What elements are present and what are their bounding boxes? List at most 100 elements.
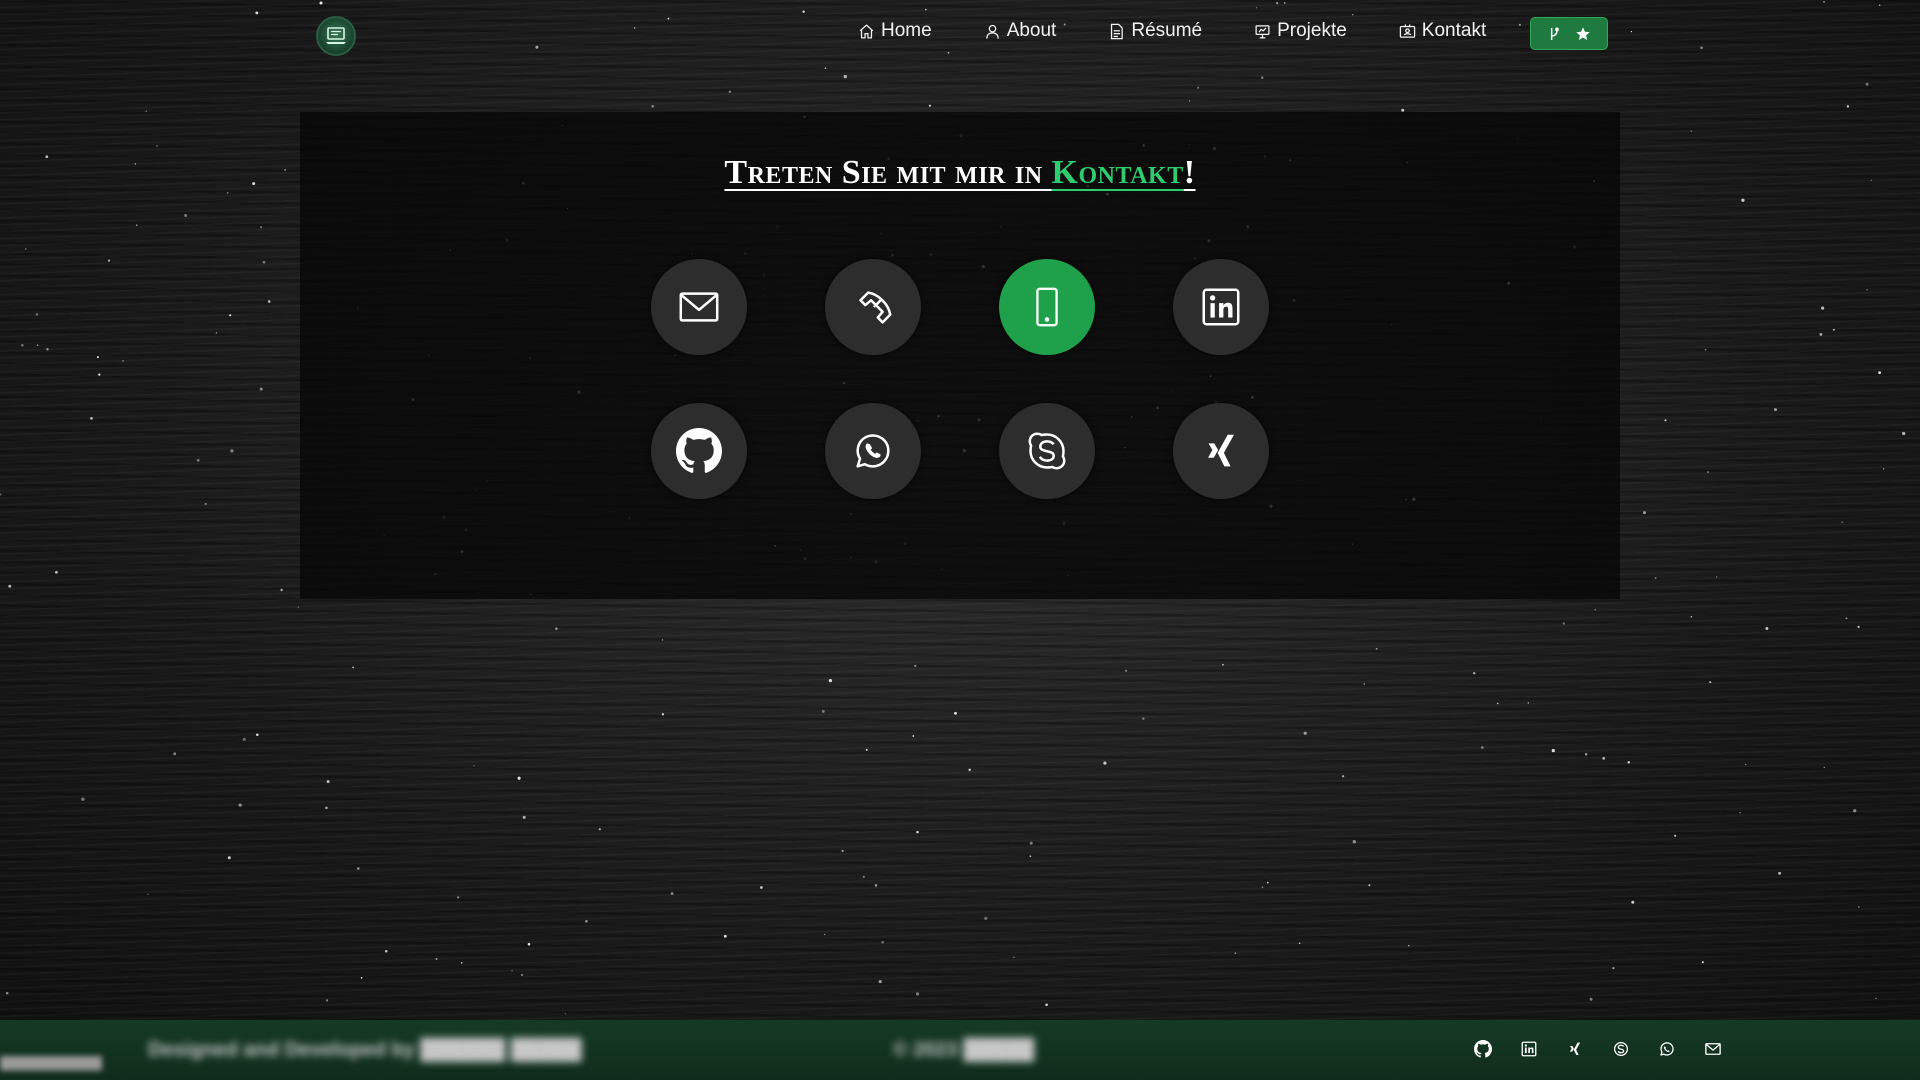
star-dot (1741, 198, 1745, 202)
star-dot (1716, 576, 1718, 578)
star-dot (1551, 748, 1555, 753)
star-dot (968, 768, 971, 772)
star-dot (874, 884, 878, 887)
star-dot (1584, 753, 1588, 756)
star-dot (36, 344, 39, 346)
star-dot (1853, 809, 1857, 813)
star-dot (1303, 731, 1307, 735)
star-dot (928, 104, 932, 107)
nav-item-label: Projekte (1277, 20, 1347, 41)
star-dot (98, 373, 101, 376)
site-logo[interactable] (316, 16, 356, 56)
star-dot (1643, 511, 1646, 515)
star-dot (1773, 408, 1778, 412)
whatsapp-button[interactable] (825, 403, 921, 499)
star-dot (1480, 746, 1484, 749)
star-dot (954, 711, 957, 715)
github-icon (1474, 1040, 1492, 1058)
footer-skype-link[interactable] (1612, 1040, 1630, 1058)
star-dot (55, 570, 58, 574)
skype-button[interactable] (999, 403, 1095, 499)
home-icon (859, 23, 874, 39)
nav-item-projekte[interactable]: Projekte (1254, 20, 1347, 42)
star-dot (598, 828, 601, 831)
xing-button[interactable] (1173, 403, 1269, 499)
presentation-icon (1255, 24, 1270, 39)
star-dot (226, 191, 229, 194)
footer-whatsapp-link[interactable] (1658, 1040, 1676, 1058)
github-button[interactable] (651, 403, 747, 499)
star-dot (260, 226, 263, 229)
star-dot (1266, 881, 1269, 884)
star-dot (865, 748, 868, 751)
mobile-icon (1036, 287, 1058, 327)
footer-github-link[interactable] (1474, 1040, 1492, 1058)
star-dot (242, 737, 246, 741)
star-dot (35, 313, 39, 316)
star-dot (96, 356, 99, 359)
star-dot (821, 709, 825, 713)
star-dot (1562, 622, 1565, 625)
footer-email-link[interactable] (1704, 1040, 1722, 1058)
star-dot (651, 104, 655, 108)
linkedin-icon (1521, 1041, 1537, 1057)
star-dot (5, 991, 9, 995)
star-dot (352, 666, 354, 669)
star-dot (1875, 997, 1877, 1000)
star-dot (1594, 609, 1596, 611)
star-dot (1664, 419, 1667, 422)
nav-item-about[interactable]: About (984, 20, 1057, 42)
email-button[interactable] (651, 259, 747, 355)
star-dot (156, 145, 158, 147)
footer-xing-link[interactable] (1566, 1040, 1584, 1058)
contact-icon-grid (300, 112, 1620, 599)
star-dot (661, 713, 665, 716)
nav-item-label: About (1006, 20, 1057, 41)
star-dot (122, 360, 124, 362)
star-dot (1883, 468, 1885, 470)
star-dot (326, 780, 330, 784)
star-dot (1821, 306, 1825, 310)
star-dot (1408, 945, 1410, 947)
xing-icon (1569, 1042, 1581, 1055)
star-dot (670, 892, 674, 895)
star-dot (107, 259, 111, 262)
nav-item-label: Kontakt (1421, 20, 1487, 41)
footer-linkedin-link[interactable] (1520, 1040, 1538, 1058)
star-dot (1865, 82, 1869, 86)
star-dot (1188, 100, 1191, 102)
skype-icon (1613, 1041, 1629, 1057)
nav-item-home[interactable]: Home (858, 20, 932, 42)
star-dot (862, 875, 865, 878)
footer-credit-text: Designed and Developed by ██████ █████ (148, 1039, 582, 1061)
star-dot (1704, 348, 1707, 351)
star-dot (1222, 663, 1224, 666)
star-dot (204, 502, 207, 505)
star-dot (1832, 328, 1835, 331)
star-dot (828, 678, 833, 683)
star-dot (284, 169, 286, 171)
star-icon (1576, 26, 1590, 40)
star-dot (915, 992, 920, 996)
star-dot (252, 182, 256, 186)
star-dot (1690, 130, 1693, 132)
github-star-button[interactable] (1530, 17, 1608, 50)
star-dot (297, 606, 300, 608)
contact-panel: Treten Sie mit mir in Kontakt! (300, 112, 1620, 599)
star-dot (147, 893, 149, 895)
star-dot (259, 387, 263, 391)
phone-button[interactable] (825, 259, 921, 355)
linkedin-button[interactable] (1173, 259, 1269, 355)
nav-item-kontakt[interactable]: Kontakt (1399, 20, 1486, 42)
star-dot (460, 962, 463, 964)
star-dot (473, 765, 475, 767)
mobile-button[interactable] (999, 259, 1095, 355)
star-dot (1631, 900, 1635, 904)
star-dot (1709, 681, 1712, 684)
star-dot (564, 1012, 567, 1015)
star-dot (1234, 952, 1237, 954)
star-dot (357, 867, 360, 870)
document-icon (1111, 23, 1124, 39)
email-icon (679, 292, 719, 322)
nav-item-resume[interactable]: Résumé (1108, 20, 1202, 42)
